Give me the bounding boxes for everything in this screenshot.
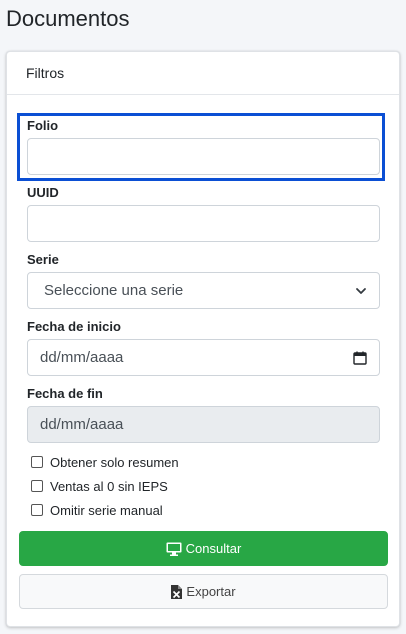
uuid-group: UUID bbox=[27, 185, 380, 242]
fecha-fin-group: Fecha de fin dd/mm/aaaa bbox=[27, 386, 380, 443]
exportar-button[interactable]: Exportar bbox=[19, 574, 388, 609]
checkbox-label: Obtener solo resumen bbox=[50, 454, 179, 470]
filters-title: Filtros bbox=[26, 65, 65, 81]
fecha-fin-placeholder: dd/mm/aaaa bbox=[40, 416, 124, 433]
checkbox-label: Ventas al 0 sin IEPS bbox=[50, 478, 168, 494]
consultar-button[interactable]: Consultar bbox=[19, 531, 388, 566]
uuid-label: UUID bbox=[27, 185, 59, 200]
filters-card: Filtros Folio UUID Serie Seleccione una … bbox=[6, 51, 400, 627]
checkbox-solo-resumen[interactable]: Obtener solo resumen bbox=[31, 453, 179, 471]
exportar-label: Exportar bbox=[186, 584, 236, 599]
folio-label: Folio bbox=[27, 118, 59, 133]
checkbox-box[interactable] bbox=[31, 480, 43, 492]
checkbox-label: Omitir serie manual bbox=[50, 502, 163, 518]
calendar-icon[interactable] bbox=[353, 351, 367, 365]
filters-card-header: Filtros bbox=[7, 52, 399, 95]
chevron-down-icon bbox=[356, 287, 366, 294]
fecha-fin-input: dd/mm/aaaa bbox=[27, 406, 380, 443]
page-title: Documentos bbox=[6, 6, 130, 31]
checkbox-box[interactable] bbox=[31, 456, 43, 468]
serie-selected-value: Seleccione una serie bbox=[44, 282, 184, 299]
fecha-fin-label: Fecha de fin bbox=[27, 386, 103, 401]
fecha-inicio-placeholder: dd/mm/aaaa bbox=[40, 349, 124, 366]
monitor-icon bbox=[166, 542, 182, 556]
serie-label: Serie bbox=[27, 252, 59, 267]
serie-group: Serie Seleccione una serie bbox=[27, 252, 380, 309]
checkbox-omitir-serie-manual[interactable]: Omitir serie manual bbox=[31, 501, 163, 519]
consultar-label: Consultar bbox=[185, 541, 242, 556]
checkbox-box[interactable] bbox=[31, 504, 43, 516]
uuid-input[interactable] bbox=[27, 205, 380, 242]
fecha-inicio-group: Fecha de inicio dd/mm/aaaa bbox=[27, 319, 380, 376]
folio-group: Folio bbox=[27, 118, 380, 175]
fecha-inicio-label: Fecha de inicio bbox=[27, 319, 121, 334]
folio-input[interactable] bbox=[27, 138, 380, 175]
serie-select[interactable]: Seleccione una serie bbox=[27, 272, 380, 309]
fecha-inicio-input[interactable]: dd/mm/aaaa bbox=[27, 339, 380, 376]
excel-file-icon bbox=[171, 584, 183, 599]
checkbox-ventas-sin-ieps[interactable]: Ventas al 0 sin IEPS bbox=[31, 477, 168, 495]
